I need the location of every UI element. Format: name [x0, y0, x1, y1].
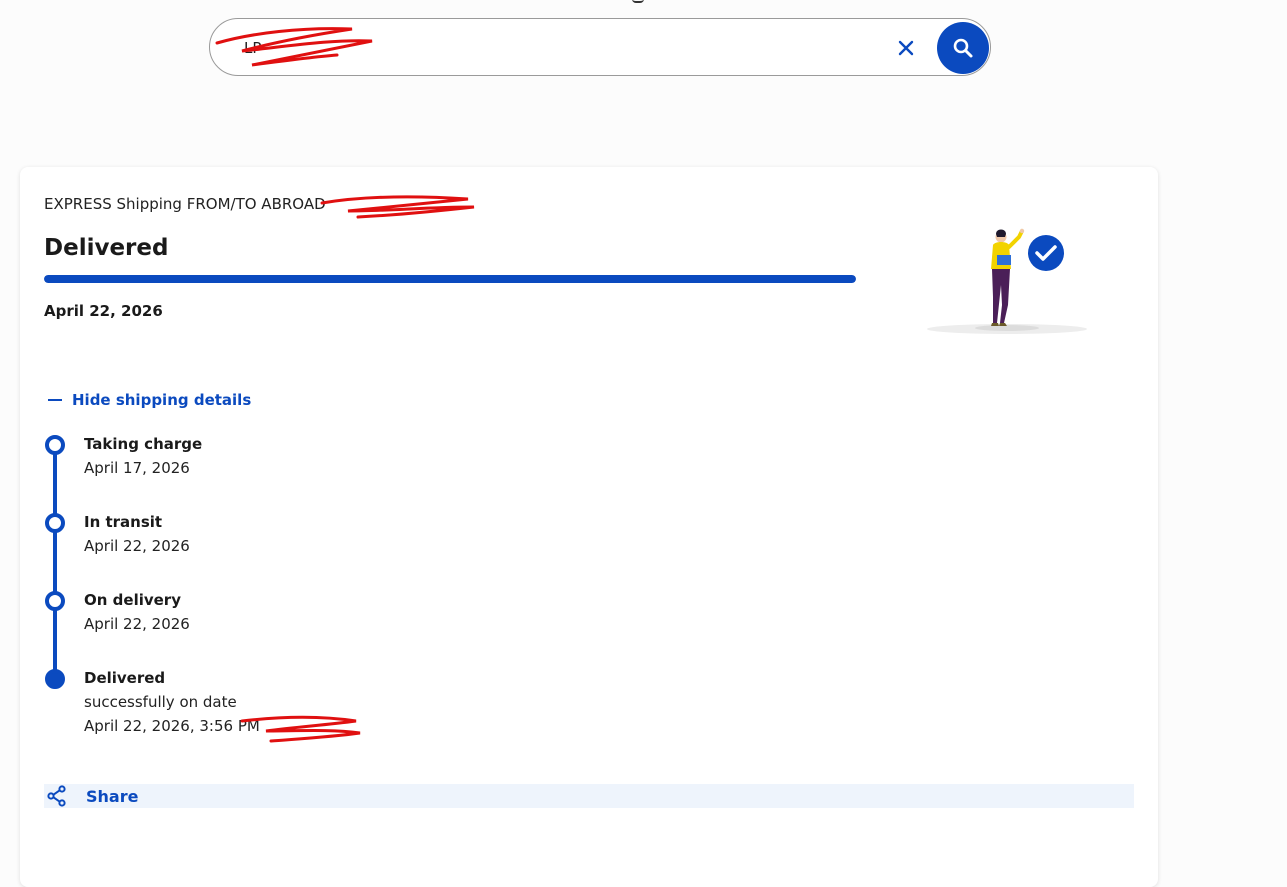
- shipment-status: Delivered: [44, 235, 169, 261]
- minus-icon: [48, 399, 62, 401]
- timeline-step-title: In transit: [84, 513, 163, 531]
- share-button[interactable]: Share: [44, 784, 1134, 808]
- timeline-dot: [45, 513, 65, 533]
- top-decoration: [632, 0, 644, 3]
- share-icon: [47, 785, 66, 807]
- timeline-dot-filled: [45, 669, 65, 689]
- search-button[interactable]: [937, 22, 989, 74]
- status-date: April 22, 2026: [44, 302, 163, 320]
- timeline-dot: [45, 591, 65, 611]
- progress-fill: [44, 275, 856, 283]
- delivery-progress-bar: [44, 275, 856, 283]
- shipping-timeline: Taking charge April 17, 2026 In transit …: [44, 433, 644, 753]
- delivered-check-icon: [1028, 235, 1064, 271]
- share-label: Share: [86, 787, 139, 806]
- close-icon: [898, 40, 914, 56]
- timeline-step-title: Taking charge: [84, 435, 203, 453]
- search-icon: [953, 38, 973, 58]
- service-name: EXPRESS Shipping FROM/TO ABROAD: [44, 195, 326, 213]
- timeline-step-title: On delivery: [84, 591, 181, 609]
- redaction-scribble: [320, 195, 475, 219]
- delivered-illustration: [927, 228, 1087, 334]
- timeline-connector: [53, 445, 57, 679]
- timeline-step-detail: successfully on date: [84, 693, 237, 711]
- timeline-step-date: April 22, 2026: [84, 615, 190, 633]
- timeline-step-date: April 22, 2026, 3:56 PM: [84, 717, 260, 735]
- timeline-step-date: April 22, 2026: [84, 537, 190, 555]
- timeline-step-title: Delivered: [84, 669, 166, 687]
- tracking-search-bar: [209, 18, 991, 76]
- tracking-number-input[interactable]: [242, 31, 866, 65]
- hide-shipping-details-toggle[interactable]: Hide shipping details: [48, 391, 251, 409]
- tracking-result-card: EXPRESS Shipping FROM/TO ABROAD Delivere…: [20, 167, 1158, 887]
- clear-search-button[interactable]: [894, 36, 918, 60]
- toggle-details-label: Hide shipping details: [72, 391, 252, 409]
- timeline-dot: [45, 435, 65, 455]
- timeline-step-date: April 17, 2026: [84, 459, 190, 477]
